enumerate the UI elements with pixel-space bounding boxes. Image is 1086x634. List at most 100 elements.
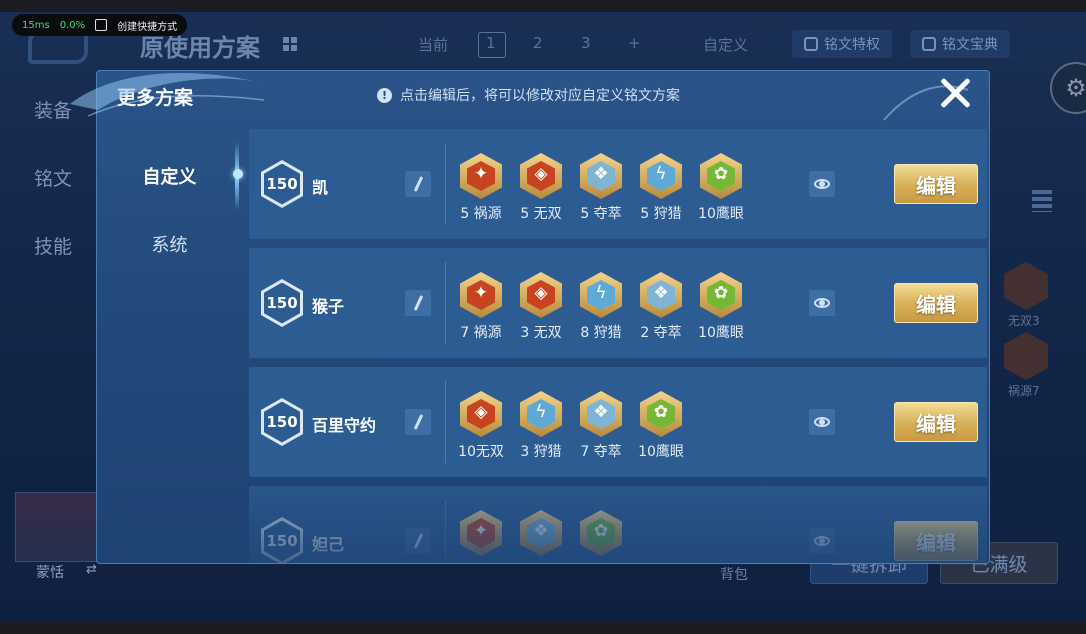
window-bottom-strip: [0, 622, 1086, 634]
edit-button[interactable]: 编辑: [894, 283, 978, 323]
preview-eye-icon[interactable]: [809, 171, 835, 197]
tab-page-2[interactable]: 2: [533, 34, 543, 52]
bag-label[interactable]: 背包: [720, 564, 748, 584]
rename-button[interactable]: [405, 290, 431, 316]
rune-glyph: ✿: [653, 402, 669, 422]
rune-icon: ✿: [700, 272, 742, 318]
rune-icon: ϟ: [640, 153, 682, 199]
modal-title: 更多方案: [117, 87, 194, 109]
rune-glyph: ◈: [474, 402, 488, 422]
hero-name: 蒙恬: [36, 565, 64, 581]
rune-glyph: ✿: [713, 164, 729, 184]
rune-glyph: ◈: [534, 283, 548, 303]
rune-slot[interactable]: ❖: [511, 510, 571, 560]
rune-icon: ✦: [460, 272, 502, 318]
privilege-icon: [804, 37, 818, 51]
rune-slot[interactable]: ❖ 2 夺萃: [631, 272, 691, 342]
side-nav-runes[interactable]: 铭文: [34, 164, 72, 191]
rune-slot[interactable]: ✦ 7 祸源: [451, 272, 511, 342]
rune-privilege-button[interactable]: 铭文特权: [792, 30, 892, 58]
grid-icon[interactable]: [283, 37, 297, 51]
more-plans-modal: 更多方案 ! 点击编辑后，将可以修改对应自定义铭文方案 自定义 系统 150 凯 ✦…: [96, 70, 990, 564]
shortcut-icon: [95, 19, 108, 31]
pen-icon: [413, 533, 423, 549]
rune-label: 5 无双: [520, 206, 562, 222]
hint-label: 点击编辑后，将可以修改对应自定义铭文方案: [400, 88, 680, 104]
preview-eye-icon[interactable]: [809, 528, 835, 554]
rune-slot[interactable]: ✿: [571, 510, 631, 560]
rune-icon: ❖: [580, 391, 622, 437]
side-nav-equipment[interactable]: 装备: [34, 96, 72, 123]
preview-eye-icon[interactable]: [809, 290, 835, 316]
rune-slot[interactable]: ✦ 5 祸源: [451, 153, 511, 223]
edit-button[interactable]: 编辑: [894, 164, 978, 204]
rune-slot[interactable]: ϟ 5 狩猎: [631, 153, 691, 223]
rune-glyph: ❖: [533, 521, 549, 541]
tab-page-1[interactable]: 1: [486, 34, 496, 52]
rune-glyph: ✿: [593, 521, 609, 541]
menu-icon[interactable]: [1032, 190, 1052, 212]
rune-glyph: ϟ: [655, 164, 667, 184]
rune-slot[interactable]: ◈ 3 无双: [511, 272, 571, 342]
rune-slot[interactable]: ❖ 7 夺萃: [571, 391, 631, 461]
preview-eye-icon[interactable]: [809, 409, 835, 435]
rune-glyph: ◈: [534, 164, 548, 184]
rune-slot[interactable]: ◈ 5 无双: [511, 153, 571, 223]
rune-slot[interactable]: ❖ 5 夺萃: [571, 153, 631, 223]
plan-row: 150 百里守约 ◈ 10无双 ϟ 3 狩猎 ❖ 7 夺萃 ✿ 10鹰眼 编辑: [249, 367, 987, 477]
rune-slot[interactable]: ✦: [451, 510, 511, 560]
rune-slot[interactable]: ✿ 10鹰眼: [691, 153, 751, 223]
plan-name: 猴子: [312, 297, 345, 316]
tab-system-plans[interactable]: 系统: [97, 231, 242, 257]
rune-icon: ◈: [520, 153, 562, 199]
bg-rune-label-1: 无双3: [1008, 314, 1040, 328]
rune-guide-label: 铭文宝典: [942, 37, 998, 53]
rune-guide-button[interactable]: 铭文宝典: [910, 30, 1010, 58]
rune-icon: ✿: [700, 153, 742, 199]
rune-label: 10鹰眼: [698, 206, 744, 222]
rune-slot[interactable]: ϟ 3 狩猎: [511, 391, 571, 461]
pen-icon: [413, 176, 423, 192]
cpu-readout: 0.0%: [59, 19, 86, 31]
rune-glyph: ✦: [473, 164, 489, 184]
rune-glyph: ϟ: [535, 402, 547, 422]
rune-slot[interactable]: ◈ 10无双: [451, 391, 511, 461]
rune-label: 7 夺萃: [580, 444, 622, 460]
swap-icon[interactable]: ⇄: [86, 562, 97, 577]
rune-icon: ϟ: [520, 391, 562, 437]
rune-label: 10无双: [458, 444, 504, 460]
rune-label: 3 狩猎: [520, 444, 562, 460]
tab-page-3[interactable]: 3: [581, 34, 591, 52]
rename-button[interactable]: [405, 171, 431, 197]
rune-label: 8 狩猎: [580, 325, 622, 341]
rune-icon: ✿: [580, 510, 622, 556]
close-icon[interactable]: [938, 76, 972, 110]
rune-slot[interactable]: ✿ 10鹰眼: [691, 272, 751, 342]
side-nav-skills[interactable]: 技能: [34, 232, 72, 259]
rune-glyph: ✦: [473, 283, 489, 303]
rune-label: 10鹰眼: [698, 325, 744, 341]
tab-add[interactable]: +: [628, 34, 641, 52]
row-divider: [445, 381, 446, 463]
rune-slot[interactable]: ϟ 8 狩猎: [571, 272, 631, 342]
tab-custom[interactable]: 自定义: [703, 34, 748, 55]
plan-list[interactable]: 150 凯 ✦ 5 祸源 ◈ 5 无双 ❖ 5 夺萃 ϟ 5 狩猎 ✿ 10鹰眼 编辑 150 猴子 ✦ 7 祸…: [249, 129, 989, 563]
rune-privilege-label: 铭文特权: [824, 37, 880, 53]
rename-button[interactable]: [405, 528, 431, 554]
pen-icon: [413, 414, 423, 430]
plan-row: 150 妲己 ✦ ❖ ✿ 编辑: [249, 486, 987, 563]
edit-button[interactable]: 编辑: [894, 521, 978, 561]
rune-glyph: ❖: [593, 402, 609, 422]
edit-button[interactable]: 编辑: [894, 402, 978, 442]
rename-button[interactable]: [405, 409, 431, 435]
tab-custom-plans[interactable]: 自定义: [97, 163, 242, 189]
rune-slot[interactable]: ✿ 10鹰眼: [631, 391, 691, 461]
row-divider: [445, 262, 446, 344]
rune-icon: ✦: [460, 153, 502, 199]
plan-row: 150 凯 ✦ 5 祸源 ◈ 5 无双 ❖ 5 夺萃 ϟ 5 狩猎 ✿ 10鹰眼 编辑: [249, 129, 987, 239]
hero-portrait[interactable]: [15, 492, 99, 562]
perf-overlay: 15ms 0.0% 创建快捷方式: [12, 14, 188, 36]
rune-label: 10鹰眼: [638, 444, 684, 460]
rune-glyph: ✦: [473, 521, 489, 541]
shortcut-link[interactable]: 创建快捷方式: [117, 18, 177, 33]
